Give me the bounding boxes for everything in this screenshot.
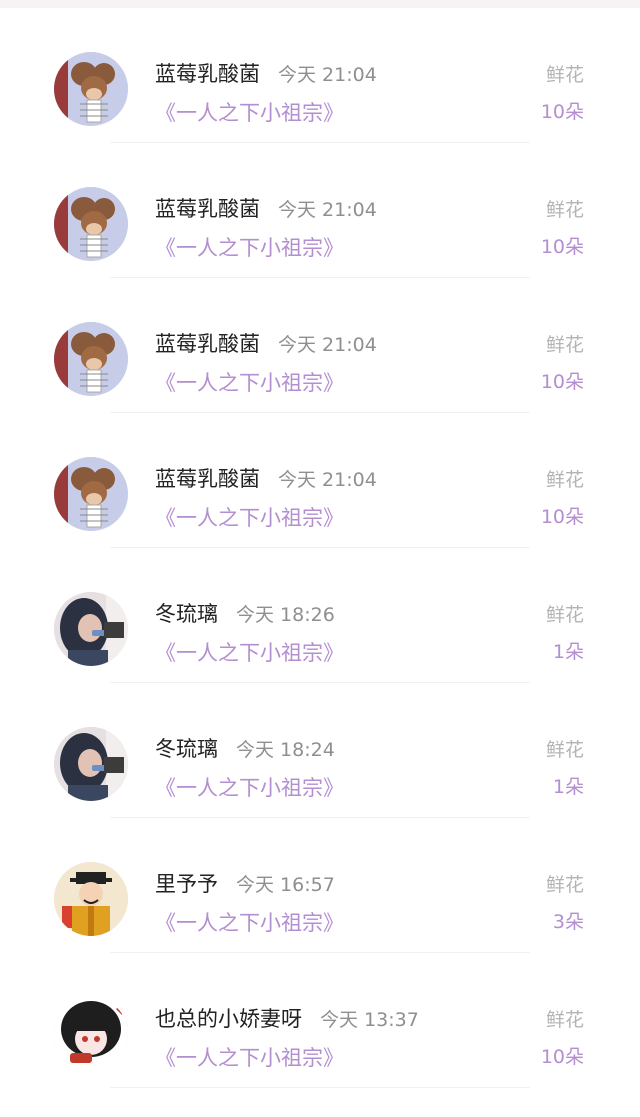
gift-count: 10朵 bbox=[540, 1046, 584, 1068]
avatar[interactable] bbox=[54, 997, 128, 1071]
gift-count: 10朵 bbox=[540, 236, 584, 258]
user-name-row: 冬琉璃 今天 18:24 bbox=[155, 733, 335, 763]
list-item[interactable]: 蓝莓乳酸菌 今天 21:04 《一人之下小祖宗》 鲜花 10朵 bbox=[0, 278, 640, 413]
avatar[interactable] bbox=[54, 862, 128, 936]
user-name-row: 蓝莓乳酸菌 今天 21:04 bbox=[155, 193, 377, 223]
cartoon-official-avatar bbox=[54, 862, 128, 936]
girl-photo-avatar bbox=[54, 592, 128, 666]
timestamp: 今天 21:04 bbox=[278, 199, 377, 221]
user-name[interactable]: 也总的小娇妻呀 bbox=[155, 1003, 302, 1033]
list-item[interactable]: 蓝莓乳酸菌 今天 21:04 《一人之下小祖宗》 鲜花 10朵 bbox=[0, 413, 640, 548]
gift-type-label: 鲜花 bbox=[545, 199, 584, 221]
gift-count: 10朵 bbox=[540, 101, 584, 123]
book-title-link[interactable]: 《一人之下小祖宗》 bbox=[155, 772, 344, 802]
user-name[interactable]: 里予予 bbox=[155, 868, 218, 898]
avatar[interactable] bbox=[54, 322, 128, 396]
timestamp: 今天 18:26 bbox=[236, 604, 335, 626]
book-title-link[interactable]: 《一人之下小祖宗》 bbox=[155, 232, 344, 262]
tom-and-jerry-mouse-avatar bbox=[54, 52, 128, 126]
book-title-link[interactable]: 《一人之下小祖宗》 bbox=[155, 1042, 344, 1072]
anime-girl-avatar bbox=[54, 997, 128, 1071]
user-name[interactable]: 冬琉璃 bbox=[155, 733, 218, 763]
user-name-row: 也总的小娇妻呀 今天 13:37 bbox=[155, 1003, 419, 1033]
gift-count: 3朵 bbox=[552, 911, 584, 933]
timestamp: 今天 13:37 bbox=[320, 1009, 419, 1031]
timestamp: 今天 21:04 bbox=[278, 334, 377, 356]
gift-list: 蓝莓乳酸菌 今天 21:04 《一人之下小祖宗》 鲜花 10朵 蓝莓乳酸菌 今天… bbox=[0, 8, 640, 1088]
top-strip bbox=[0, 0, 640, 8]
avatar[interactable] bbox=[54, 457, 128, 531]
list-item[interactable]: 蓝莓乳酸菌 今天 21:04 《一人之下小祖宗》 鲜花 10朵 bbox=[0, 8, 640, 143]
gift-type-label: 鲜花 bbox=[545, 739, 584, 761]
book-title-link[interactable]: 《一人之下小祖宗》 bbox=[155, 907, 344, 937]
timestamp: 今天 16:57 bbox=[236, 874, 335, 896]
gift-type-label: 鲜花 bbox=[545, 604, 584, 626]
list-item[interactable]: 蓝莓乳酸菌 今天 21:04 《一人之下小祖宗》 鲜花 10朵 bbox=[0, 143, 640, 278]
timestamp: 今天 18:24 bbox=[236, 739, 335, 761]
list-item[interactable]: 也总的小娇妻呀 今天 13:37 《一人之下小祖宗》 鲜花 10朵 bbox=[0, 953, 640, 1088]
book-title-link[interactable]: 《一人之下小祖宗》 bbox=[155, 502, 344, 532]
tom-and-jerry-mouse-avatar bbox=[54, 322, 128, 396]
avatar[interactable] bbox=[54, 52, 128, 126]
avatar[interactable] bbox=[54, 727, 128, 801]
girl-photo-avatar bbox=[54, 727, 128, 801]
gift-type-label: 鲜花 bbox=[545, 64, 584, 86]
avatar[interactable] bbox=[54, 592, 128, 666]
gift-count: 10朵 bbox=[540, 506, 584, 528]
tom-and-jerry-mouse-avatar bbox=[54, 457, 128, 531]
user-name[interactable]: 蓝莓乳酸菌 bbox=[155, 58, 260, 88]
gift-type-label: 鲜花 bbox=[545, 334, 584, 356]
user-name-row: 蓝莓乳酸菌 今天 21:04 bbox=[155, 328, 377, 358]
timestamp: 今天 21:04 bbox=[278, 469, 377, 491]
gift-type-label: 鲜花 bbox=[545, 1009, 584, 1031]
list-item[interactable]: 里予予 今天 16:57 《一人之下小祖宗》 鲜花 3朵 bbox=[0, 818, 640, 953]
list-item[interactable]: 冬琉璃 今天 18:24 《一人之下小祖宗》 鲜花 1朵 bbox=[0, 683, 640, 818]
gift-count: 1朵 bbox=[552, 776, 584, 798]
user-name[interactable]: 蓝莓乳酸菌 bbox=[155, 463, 260, 493]
gift-count: 1朵 bbox=[552, 641, 584, 663]
user-name-row: 冬琉璃 今天 18:26 bbox=[155, 598, 335, 628]
user-name[interactable]: 冬琉璃 bbox=[155, 598, 218, 628]
divider bbox=[110, 1087, 530, 1088]
timestamp: 今天 21:04 bbox=[278, 64, 377, 86]
book-title-link[interactable]: 《一人之下小祖宗》 bbox=[155, 637, 344, 667]
user-name-row: 里予予 今天 16:57 bbox=[155, 868, 335, 898]
user-name[interactable]: 蓝莓乳酸菌 bbox=[155, 193, 260, 223]
avatar[interactable] bbox=[54, 187, 128, 261]
gift-type-label: 鲜花 bbox=[545, 469, 584, 491]
book-title-link[interactable]: 《一人之下小祖宗》 bbox=[155, 97, 344, 127]
tom-and-jerry-mouse-avatar bbox=[54, 187, 128, 261]
book-title-link[interactable]: 《一人之下小祖宗》 bbox=[155, 367, 344, 397]
list-item[interactable]: 冬琉璃 今天 18:26 《一人之下小祖宗》 鲜花 1朵 bbox=[0, 548, 640, 683]
gift-count: 10朵 bbox=[540, 371, 584, 393]
user-name-row: 蓝莓乳酸菌 今天 21:04 bbox=[155, 58, 377, 88]
user-name[interactable]: 蓝莓乳酸菌 bbox=[155, 328, 260, 358]
user-name-row: 蓝莓乳酸菌 今天 21:04 bbox=[155, 463, 377, 493]
gift-type-label: 鲜花 bbox=[545, 874, 584, 896]
